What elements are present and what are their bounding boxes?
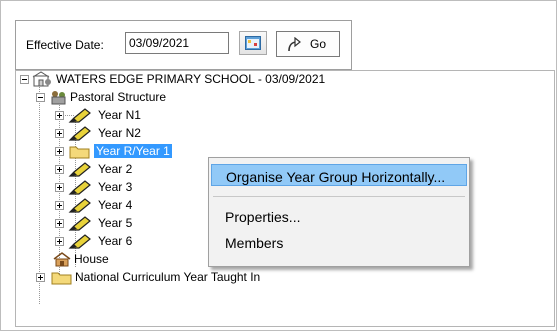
year-group-icon (68, 180, 91, 195)
expand-icon[interactable] (36, 273, 45, 282)
expand-icon[interactable] (55, 237, 64, 246)
go-label: Go (310, 37, 327, 51)
collapse-icon[interactable] (20, 75, 29, 84)
expand-icon[interactable] (55, 165, 64, 174)
menu-item-properties[interactable]: Properties... (211, 205, 467, 227)
tree-label-year: Year 4 (98, 198, 133, 212)
tree-node-year[interactable]: Year 3 (16, 179, 216, 196)
tree-node-year[interactable]: Year N2 (16, 125, 216, 142)
expand-icon[interactable] (55, 129, 64, 138)
tree-label-year: Year 3 (98, 180, 133, 194)
go-button[interactable]: Go (276, 31, 340, 57)
tree-label-house: House (74, 252, 109, 266)
year-group-icon (68, 108, 91, 123)
menu-item-label: Members (225, 235, 284, 251)
menu-separator (213, 196, 465, 197)
window-frame: Effective Date: Go (0, 0, 557, 331)
menu-item-organise-horizontally[interactable]: Organise Year Group Horizontally... (211, 164, 467, 186)
calendar-button[interactable] (239, 31, 267, 55)
expand-icon[interactable] (55, 201, 64, 210)
tree-label-year: Year 2 (98, 162, 133, 176)
tree-node-year[interactable]: Year 5 (16, 215, 216, 232)
year-group-icon (68, 234, 91, 249)
expand-icon[interactable] (55, 111, 64, 120)
tree-label-year: Year N2 (98, 126, 141, 140)
house-icon (53, 252, 71, 267)
menu-item-members[interactable]: Members (211, 231, 467, 253)
tree-node-year-selected[interactable]: Year R/Year 1 (16, 143, 236, 160)
pastoral-structure-icon (51, 91, 66, 105)
year-group-icon (68, 162, 91, 177)
expand-icon[interactable] (55, 147, 64, 156)
tree-label-year: Year 5 (98, 216, 133, 230)
folder-icon (69, 146, 90, 159)
effective-date-input[interactable] (125, 32, 229, 54)
tree-label-year: Year N1 (98, 108, 141, 122)
tree-node-year[interactable]: Year 6 (16, 233, 216, 250)
menu-item-label: Organise Year Group Horizontally... (226, 169, 446, 185)
effective-date-label: Effective Date: (26, 38, 104, 52)
calendar-icon (245, 36, 261, 50)
tree-label-pastoral-structure: Pastoral Structure (70, 90, 167, 104)
year-group-icon (68, 216, 91, 231)
tree-label-root: WATERS EDGE PRIMARY SCHOOL - 03/09/2021 (56, 72, 326, 86)
expand-icon[interactable] (55, 183, 64, 192)
expand-icon[interactable] (55, 219, 64, 228)
tree-node-house[interactable]: House (16, 251, 216, 268)
tree-node-year[interactable]: Year N1 (16, 107, 216, 124)
tree-label-year: Year R/Year 1 (94, 144, 172, 158)
context-menu: Organise Year Group Horizontally... Prop… (208, 157, 470, 267)
tree-node-year[interactable]: Year 4 (16, 197, 216, 214)
year-group-icon (68, 126, 91, 141)
collapse-icon[interactable] (36, 93, 45, 102)
folder-icon (51, 272, 72, 285)
tree-node-year[interactable]: Year 2 (16, 161, 216, 178)
tree-node-national-curriculum[interactable]: National Curriculum Year Taught In (16, 269, 356, 286)
tree-label-year: Year 6 (98, 234, 133, 248)
tree-node-pastoral-structure[interactable]: Pastoral Structure (16, 89, 316, 106)
toolbar: Effective Date: Go (15, 20, 352, 70)
menu-item-label: Properties... (225, 209, 301, 225)
year-group-icon (68, 198, 91, 213)
school-icon (32, 71, 51, 87)
tree-label-national-curriculum: National Curriculum Year Taught In (75, 270, 261, 284)
go-arrow-icon (288, 37, 301, 52)
tree-node-root[interactable]: WATERS EDGE PRIMARY SCHOOL - 03/09/2021 (16, 71, 416, 88)
